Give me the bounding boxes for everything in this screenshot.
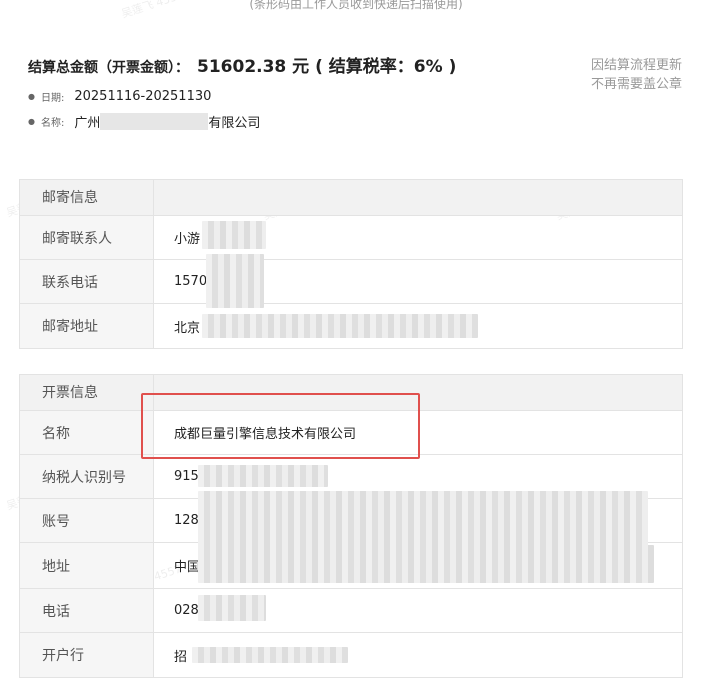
settlement-summary: 结算总金额（开票金额）： 51602.38 元 ( 结算税率：6% ) ● 日期… <box>28 52 688 131</box>
redacted-block <box>198 465 328 487</box>
contact-value: 小游 <box>154 216 682 259</box>
total-amount: 51602.38 元 ( 结算税率：6% ) <box>197 57 457 77</box>
note-line: 不再需要盖公章 <box>590 77 682 92</box>
name-prefix: 广州 <box>74 116 101 131</box>
table-row: 账号 128 <box>20 491 682 549</box>
field-value: 小游 <box>174 232 201 247</box>
redacted-block <box>202 314 478 338</box>
date-label: 日期: <box>40 93 65 104</box>
name-label: 名称: <box>40 118 65 129</box>
note-line: 因结算流程更新 <box>590 58 682 73</box>
redacted-block <box>206 254 264 308</box>
table-row: 开户行 招 <box>20 633 682 677</box>
field-value: 北京 <box>174 320 201 336</box>
date-row: ● 日期: 20251116-20251130 <box>28 89 688 104</box>
field-label: 名称 <box>20 411 154 454</box>
invoice-phone-value: 028 <box>154 589 682 632</box>
account-value: 128 <box>154 491 682 549</box>
address-value: 北京 <box>154 304 682 348</box>
bullet-icon: ● <box>28 117 35 126</box>
redacted-block <box>198 491 648 549</box>
field-label: 联系电话 <box>20 260 154 303</box>
invoice-info-title: 开票信息 <box>20 375 154 410</box>
field-label: 电话 <box>20 589 154 632</box>
total-label: 结算总金额（开票金额）： <box>28 60 189 76</box>
table-row: 邮寄地址 北京 <box>20 304 682 348</box>
field-label: 邮寄地址 <box>20 304 154 348</box>
field-value: 招 <box>174 649 188 665</box>
field-value: 128 <box>174 513 199 528</box>
phone-value: 1570 <box>154 254 682 308</box>
table-row: 联系电话 1570 <box>20 254 682 308</box>
redacted-block <box>192 647 348 663</box>
highlight-box <box>141 393 420 459</box>
field-value: 028 <box>174 603 199 618</box>
mail-info-title: 邮寄信息 <box>20 180 154 215</box>
field-label: 纳税人识别号 <box>20 455 154 498</box>
redacted-block <box>198 595 266 621</box>
table-row: 地址 中国 <box>20 543 682 589</box>
bullet-icon: ● <box>28 92 35 101</box>
table-row: 邮寄联系人 小游 <box>20 216 682 260</box>
redacted-block <box>198 545 654 583</box>
field-label: 开户行 <box>20 633 154 677</box>
field-value: 1570 <box>174 274 208 289</box>
process-update-note: 因结算流程更新 不再需要盖公章 <box>591 56 682 94</box>
mail-info-panel: 邮寄信息 邮寄联系人 小游 联系电话 1570 邮寄地址 北京 <box>19 179 683 349</box>
field-value: 915 <box>174 469 199 484</box>
field-label: 邮寄联系人 <box>20 216 154 259</box>
field-value: 中国 <box>174 560 201 575</box>
date-value: 20251116-20251130 <box>74 89 212 104</box>
field-label: 账号 <box>20 499 154 542</box>
field-label: 地址 <box>20 543 154 588</box>
name-suffix: 有限公司 <box>208 116 261 131</box>
mail-info-header: 邮寄信息 <box>20 180 682 216</box>
redacted-block <box>100 113 209 130</box>
company-name-row: ● 名称: 广州 有限公司 <box>28 112 688 131</box>
table-row: 电话 028 <box>20 589 682 633</box>
bank-value: 招 <box>154 633 682 677</box>
invoice-address-value: 中国 <box>154 543 682 588</box>
redacted-block <box>202 221 266 249</box>
settlement-total: 结算总金额（开票金额）： 51602.38 元 ( 结算税率：6% ) <box>28 52 688 77</box>
barcode-note: (条形码由工作人员收到快递后扫描使用) <box>249 0 463 11</box>
